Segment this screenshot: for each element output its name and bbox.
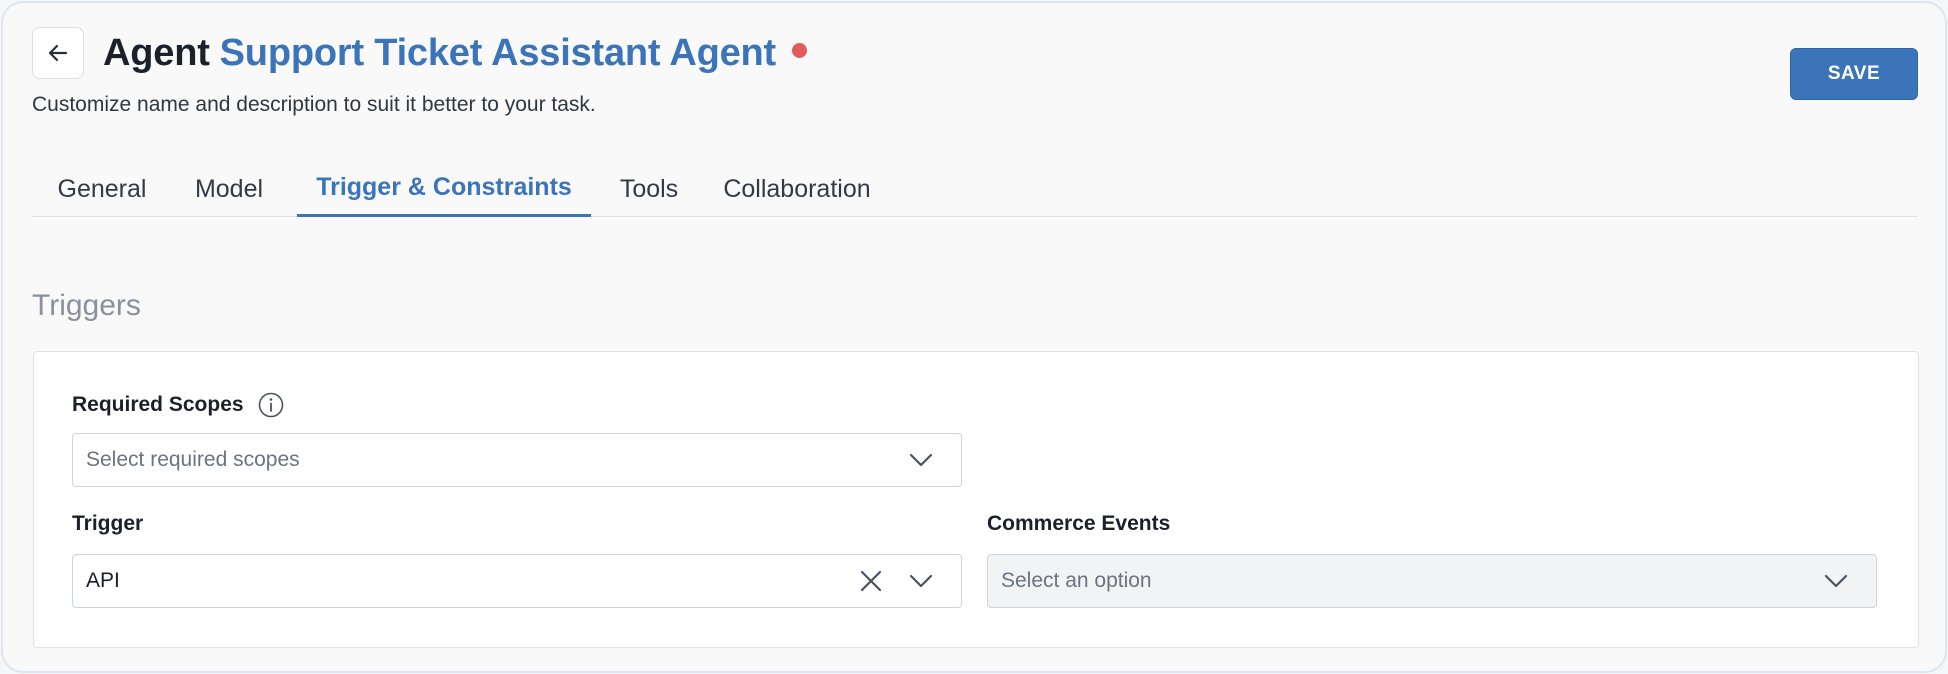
required-scopes-label-text: Required Scopes [72,393,244,416]
chevron-down-icon [1818,555,1854,607]
back-button[interactable] [32,27,84,79]
triggers-section-title: Triggers [32,289,141,322]
arrow-left-icon [48,44,68,62]
tab-trigger-constraints[interactable]: Trigger & Constraints [297,161,591,217]
trigger-select[interactable]: API [72,554,962,608]
page-subtitle: Customize name and description to suit i… [32,93,596,116]
unsaved-indicator [792,42,807,58]
page-title: Agent Support Ticket Assistant Agent [103,27,807,79]
title-prefix: Agent [103,31,210,74]
tab-general[interactable]: General [32,161,172,217]
chevron-down-icon [903,434,939,486]
required-scopes-select[interactable]: Select required scopes [72,433,962,487]
agent-editor-panel: Agent Support Ticket Assistant Agent Cus… [1,1,1947,673]
commerce-events-label: Commerce Events [987,512,1171,535]
trigger-value: API [86,569,120,592]
chevron-down-icon [903,555,939,607]
info-icon[interactable] [258,392,284,418]
triggers-card: Required Scopes Select required scopes T… [33,351,1919,648]
required-scopes-label: Required Scopes [72,392,284,418]
required-scopes-placeholder: Select required scopes [86,448,300,471]
agent-name: Support Ticket Assistant Agent [219,31,777,74]
trigger-label: Trigger [72,512,144,535]
tab-collaboration[interactable]: Collaboration [707,161,887,217]
commerce-events-select: Select an option [987,554,1877,608]
tab-model[interactable]: Model [172,161,286,217]
save-button[interactable]: SAVE [1790,48,1918,100]
tab-tools[interactable]: Tools [591,161,707,217]
close-icon[interactable] [853,555,889,607]
tab-bar: General Model Trigger & Constraints Tool… [32,161,1918,217]
commerce-events-placeholder: Select an option [1001,569,1152,592]
